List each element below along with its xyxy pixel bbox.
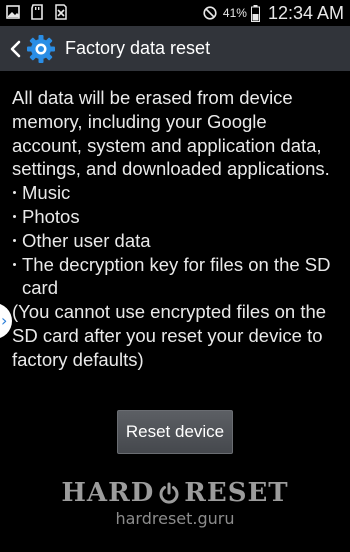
encryption-note: (You cannot use encrypted files on the S… [12, 301, 327, 370]
side-panel-handle[interactable]: › [0, 303, 12, 339]
gear-icon[interactable] [26, 34, 56, 64]
sd-card-icon [31, 4, 43, 20]
page-title: Factory data reset [65, 38, 211, 58]
list-item: The decryption key for files on the SD c… [12, 253, 338, 301]
erased-items-list: Music Photos Other user data The decrypt… [12, 181, 338, 300]
do-not-disturb-icon [203, 6, 217, 20]
status-bar: 41% 12:34 AM [0, 0, 350, 26]
no-sim-icon [55, 4, 67, 20]
action-bar: Factory data reset [0, 26, 350, 71]
list-item: Other user data [12, 229, 338, 253]
watermark-logo-left: HARD [61, 478, 155, 508]
watermark-site: hardreset.guru [115, 509, 235, 528]
watermark: HARD RESET hardreset.guru [0, 478, 350, 528]
reset-description: All data will be erased from device memo… [12, 86, 338, 372]
image-icon [6, 5, 20, 19]
reset-device-button[interactable]: Reset device [117, 410, 233, 454]
battery-icon [250, 4, 260, 22]
battery-percent: 41% [222, 6, 247, 20]
power-icon [159, 482, 179, 504]
chevron-left-icon[interactable] [8, 39, 22, 59]
list-item: Photos [12, 205, 338, 229]
watermark-logo: HARD RESET [0, 478, 350, 508]
intro-text: All data will be erased from device memo… [12, 87, 330, 180]
watermark-logo-right: RESET [184, 478, 289, 508]
status-bar-notifications [6, 4, 68, 20]
list-item: Music [12, 181, 338, 205]
chevron-right-icon: › [1, 311, 8, 330]
clock: 12:34 AM [267, 2, 344, 23]
status-bar-system: 41% 12:34 AM [203, 0, 344, 26]
